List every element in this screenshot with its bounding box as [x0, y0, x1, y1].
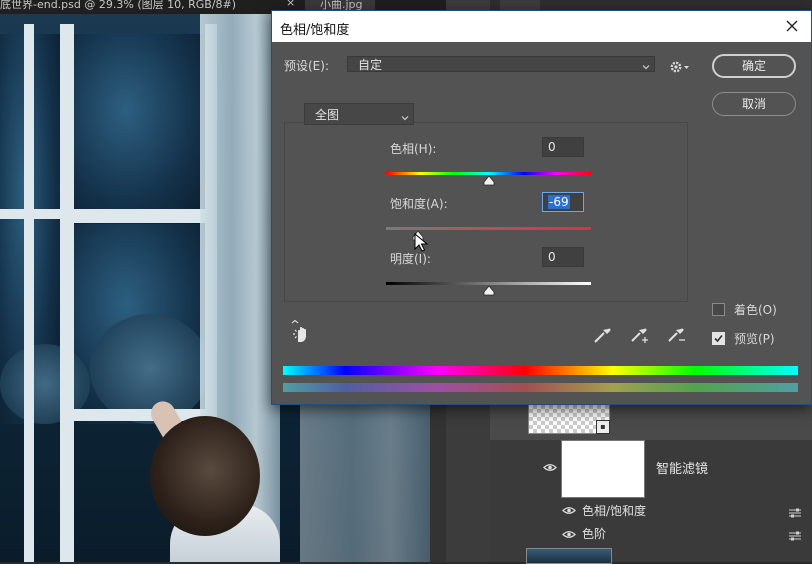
- preset-label: 预设(E):: [284, 59, 329, 73]
- cancel-button[interactable]: 取消: [712, 92, 796, 116]
- output-color-bar: [283, 383, 798, 392]
- input-color-bar: [283, 366, 798, 375]
- filter-hue-saturation-label[interactable]: 色相/饱和度: [582, 502, 646, 519]
- colorize-checkbox[interactable]: [712, 303, 725, 316]
- preset-value: 自定: [358, 58, 383, 72]
- filter-options-icon[interactable]: [788, 507, 802, 518]
- preview-label: 预览(P): [734, 332, 775, 346]
- eye-icon[interactable]: [543, 463, 557, 472]
- hand-adjust-icon[interactable]: [291, 319, 313, 344]
- channel-value: 全图: [315, 108, 340, 122]
- chevron-down-icon: [401, 111, 409, 121]
- smart-filter-mask-thumbnail[interactable]: [561, 440, 645, 498]
- gear-icon[interactable]: [669, 59, 691, 75]
- preview-checkbox[interactable]: [712, 332, 725, 345]
- lightness-slider-thumb[interactable]: [483, 285, 495, 296]
- document-tab-title[interactable]: 底世界-end.psd @ 29.3% (图层 10, RGB/8#): [0, 0, 236, 12]
- eyedropper-minus-icon[interactable]: [665, 323, 687, 345]
- eyedropper-icon[interactable]: [592, 323, 614, 345]
- window-mullion: [24, 24, 34, 562]
- channel-dropdown[interactable]: 全图: [304, 103, 414, 125]
- dialog-titlebar[interactable]: 色相/饱和度: [272, 11, 811, 42]
- adjustment-group: [284, 122, 688, 302]
- curtain: [300, 394, 430, 562]
- smart-filter-label[interactable]: 智能滤镜: [656, 458, 708, 477]
- lightness-label: 明度(I):: [390, 252, 431, 266]
- saturation-input[interactable]: -69: [542, 192, 584, 212]
- window-pane: [70, 34, 210, 224]
- smart-object-badge-icon: ▪: [596, 420, 610, 434]
- close-icon[interactable]: [781, 15, 803, 37]
- hue-slider-thumb[interactable]: [483, 175, 495, 186]
- document-tab-close[interactable]: ×: [286, 0, 295, 9]
- eye-icon[interactable]: [562, 530, 576, 539]
- hue-input[interactable]: 0: [542, 137, 584, 157]
- saturation-label: 饱和度(A):: [390, 197, 448, 211]
- chevron-down-icon: [642, 60, 650, 70]
- filter-levels-label[interactable]: 色阶: [582, 525, 606, 542]
- girl-head: [150, 416, 260, 536]
- window-mullion: [60, 209, 210, 223]
- saturation-value: -69: [548, 195, 570, 209]
- preset-dropdown[interactable]: 自定: [347, 56, 655, 72]
- coral-shape: [90, 314, 210, 424]
- dialog-title: 色相/饱和度: [280, 23, 350, 38]
- filter-options-icon[interactable]: [788, 530, 802, 541]
- eye-icon[interactable]: [562, 506, 576, 515]
- hue-label: 色相(H):: [390, 142, 437, 156]
- eyedropper-plus-icon[interactable]: [628, 323, 650, 345]
- hue-saturation-dialog: 色相/饱和度 预设(E): 自定 确定 取消 全图 色相(H): 0 饱和度(A…: [271, 10, 812, 405]
- ok-button[interactable]: 确定: [712, 54, 796, 78]
- colorize-label: 着色(O): [734, 303, 777, 317]
- lightness-input[interactable]: 0: [542, 247, 584, 267]
- window-mullion: [60, 24, 74, 562]
